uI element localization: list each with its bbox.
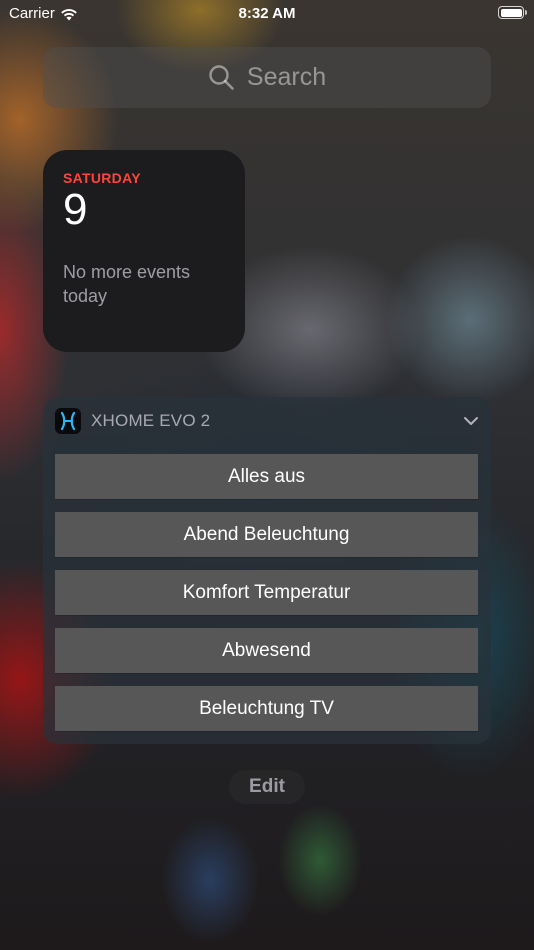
action-button-abend-beleuchtung[interactable]: Abend Beleuchtung <box>55 512 478 557</box>
search-icon <box>209 65 234 90</box>
action-button-abwesend[interactable]: Abwesend <box>55 628 478 673</box>
calendar-date: 9 <box>63 185 88 234</box>
action-button-beleuchtung-tv[interactable]: Beleuchtung TV <box>55 686 478 731</box>
xhome-widget: XHOME EVO 2 Alles aus Abend Beleuchtung … <box>43 397 491 744</box>
calendar-widget[interactable]: SATURDAY 9 No more events today <box>43 150 245 352</box>
calendar-weekday: SATURDAY <box>63 170 141 186</box>
action-list: Alles aus Abend Beleuchtung Komfort Temp… <box>55 454 478 744</box>
action-button-alles-aus[interactable]: Alles aus <box>55 454 478 499</box>
action-button-komfort-temperatur[interactable]: Komfort Temperatur <box>55 570 478 615</box>
xhome-logo-icon <box>55 408 81 434</box>
widget-header[interactable]: XHOME EVO 2 <box>55 408 479 434</box>
widget-app-name: XHOME EVO 2 <box>91 411 211 430</box>
edit-button[interactable]: Edit <box>229 770 305 804</box>
search-bar[interactable]: Search <box>43 47 491 108</box>
status-time: 8:32 AM <box>238 5 296 22</box>
chevron-down-icon[interactable] <box>463 416 479 426</box>
status-bar: Carrier 8:32 AM <box>0 0 534 28</box>
search-placeholder: Search <box>246 63 327 91</box>
calendar-events-note: No more events today <box>63 262 191 306</box>
battery-icon <box>498 6 527 19</box>
